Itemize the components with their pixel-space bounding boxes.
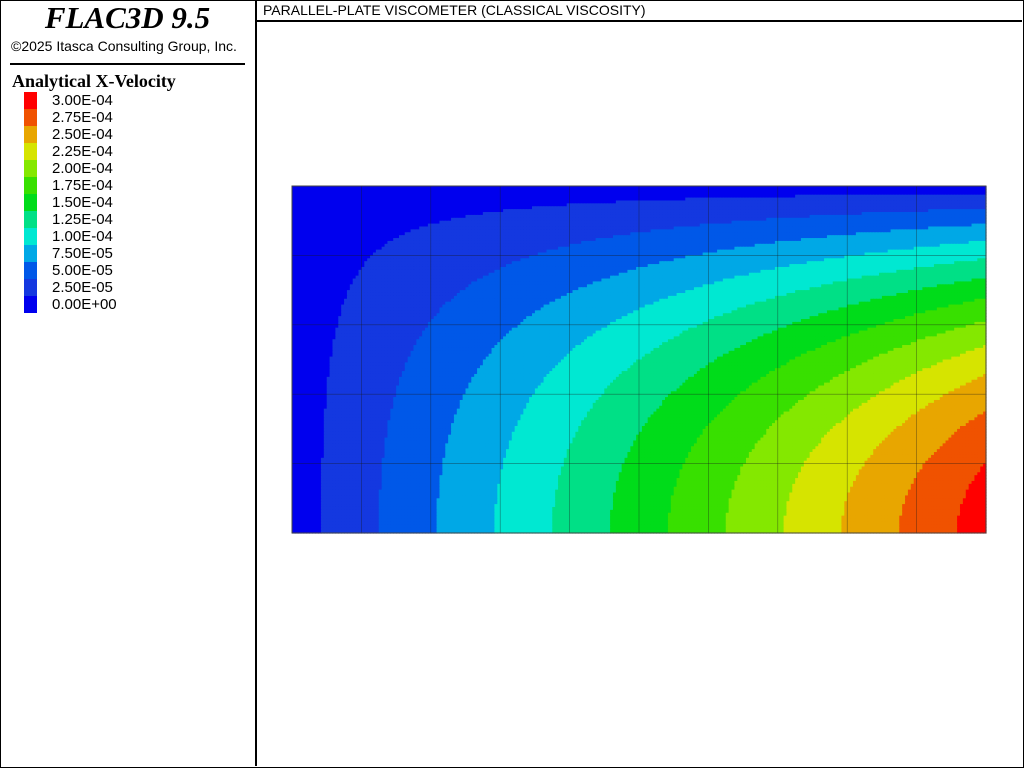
- legend-swatch: [24, 245, 37, 262]
- sidebar-divider: [10, 63, 245, 65]
- legend-swatch: [24, 126, 37, 143]
- legend-item: 2.00E-04: [24, 160, 224, 177]
- legend-swatch: [24, 262, 37, 279]
- contour-legend: 3.00E-04 2.75E-04 2.50E-04 2.25E-04 2.00…: [24, 92, 224, 313]
- legend-swatch: [24, 194, 37, 211]
- legend-swatch: [24, 279, 37, 296]
- legend-label: 7.50E-05: [52, 245, 113, 262]
- legend-swatch: [24, 109, 37, 126]
- legend-title: Analytical X-Velocity: [12, 71, 176, 92]
- view-header: PARALLEL-PLATE VISCOMETER (CLASSICAL VIS…: [257, 0, 1022, 22]
- legend-label: 5.00E-05: [52, 262, 113, 279]
- legend-item: 3.00E-04: [24, 92, 224, 109]
- legend-label: 2.00E-04: [52, 160, 113, 177]
- legend-swatch: [24, 296, 37, 313]
- view-title: PARALLEL-PLATE VISCOMETER (CLASSICAL VIS…: [263, 2, 646, 18]
- legend-label: 1.50E-04: [52, 194, 113, 211]
- legend-item: 5.00E-05: [24, 262, 224, 279]
- legend-label: 3.00E-04: [52, 92, 113, 109]
- copyright-text: ©2025 Itasca Consulting Group, Inc.: [11, 38, 237, 54]
- legend-item: 7.50E-05: [24, 245, 224, 262]
- legend-sidebar: FLAC3D 9.5 ©2025 Itasca Consulting Group…: [0, 0, 257, 766]
- legend-item: 0.00E+00: [24, 296, 224, 313]
- legend-item: 1.00E-04: [24, 228, 224, 245]
- legend-item: 2.75E-04: [24, 109, 224, 126]
- legend-swatch: [24, 160, 37, 177]
- legend-swatch: [24, 228, 37, 245]
- legend-label: 2.50E-04: [52, 126, 113, 143]
- legend-label: 0.00E+00: [52, 296, 117, 313]
- legend-swatch: [24, 143, 37, 160]
- legend-label: 1.00E-04: [52, 228, 113, 245]
- legend-item: 1.75E-04: [24, 177, 224, 194]
- legend-swatch: [24, 92, 37, 109]
- model-viewport[interactable]: [257, 22, 1022, 766]
- legend-label: 2.50E-05: [52, 279, 113, 296]
- legend-item: 1.50E-04: [24, 194, 224, 211]
- legend-label: 1.25E-04: [52, 211, 113, 228]
- legend-label: 1.75E-04: [52, 177, 113, 194]
- legend-item: 2.50E-05: [24, 279, 224, 296]
- legend-item: 1.25E-04: [24, 211, 224, 228]
- legend-item: 2.25E-04: [24, 143, 224, 160]
- legend-item: 2.50E-04: [24, 126, 224, 143]
- legend-label: 2.25E-04: [52, 143, 113, 160]
- legend-label: 2.75E-04: [52, 109, 113, 126]
- contour-plot: [257, 22, 1022, 766]
- legend-swatch: [24, 177, 37, 194]
- app-title: FLAC3D 9.5: [0, 0, 255, 36]
- legend-swatch: [24, 211, 37, 228]
